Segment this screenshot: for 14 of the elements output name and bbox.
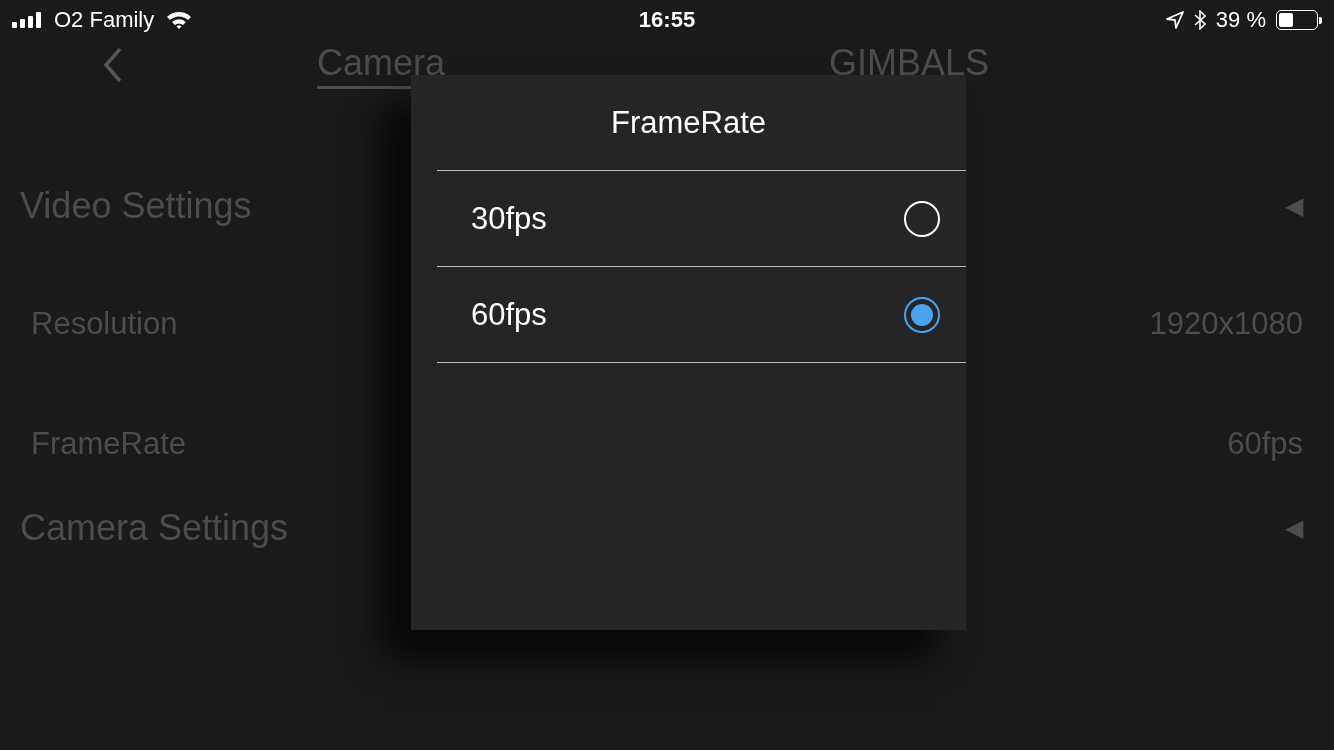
radio-button[interactable] xyxy=(904,296,940,333)
wifi-icon xyxy=(166,10,193,30)
option-row[interactable]: 30fps xyxy=(437,171,966,267)
location-arrow-icon xyxy=(1165,11,1184,29)
back-chevron-icon xyxy=(103,47,123,83)
clock-time: 16:55 xyxy=(638,7,696,32)
battery-icon xyxy=(1276,10,1318,30)
bluetooth-icon xyxy=(1193,10,1206,30)
dialog-title: FrameRate xyxy=(437,75,966,171)
carrier-name: O2 Family xyxy=(54,7,155,33)
collapse-arrow[interactable]: ◀ xyxy=(1285,514,1303,542)
option-row[interactable]: 60fps xyxy=(437,267,966,363)
collapse-arrow[interactable]: ◀ xyxy=(1285,192,1303,220)
battery-percentage: 39 % xyxy=(1215,7,1266,33)
